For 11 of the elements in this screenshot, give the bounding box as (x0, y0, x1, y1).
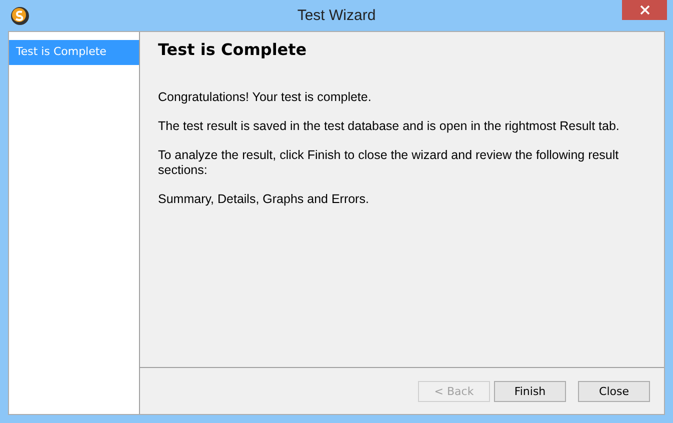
wizard-button[interactable]: Close (578, 380, 650, 402)
paragraph: Congratulations! Your test is complete. (158, 90, 372, 105)
paragraph: To analyze the result, click Finish to close the wizard and review the following result sections: (158, 148, 620, 178)
close-icon (640, 5, 650, 15)
window-title: Test Wizard (296, 7, 377, 24)
page-heading: Test is Complete (158, 40, 308, 59)
close-button[interactable] (622, 0, 667, 20)
paragraph: Summary, Details, Graphs and Errors. (158, 192, 370, 207)
wizard-button[interactable]: Finish (494, 380, 566, 402)
paragraph: The test result is saved in the test database and is open in the rightmost Result tab. (158, 119, 620, 134)
app-logo-icon (10, 6, 30, 26)
